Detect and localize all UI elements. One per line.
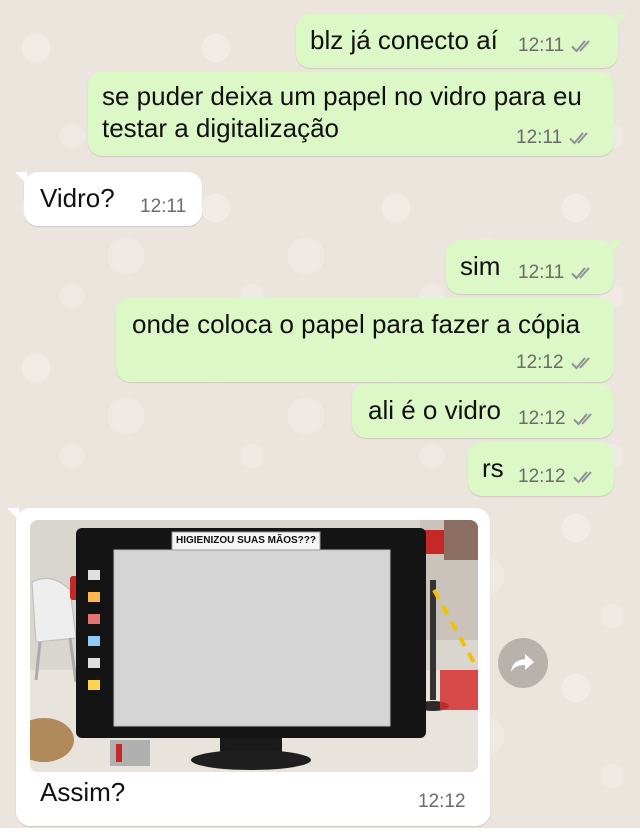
photo-sign-text: HIGIENIZOU SUAS MÃOS??? [176, 535, 316, 546]
double-check-icon [570, 357, 590, 370]
double-check-icon [572, 471, 592, 484]
double-check-icon [569, 132, 588, 145]
message-text: ali é o vidro [368, 395, 501, 425]
message-bubble-outgoing[interactable]: ali é o vidro 12:12 [352, 384, 614, 438]
message-time: 12:12 [418, 791, 466, 812]
message-text: Vidro? [40, 183, 115, 213]
message-bubble-outgoing[interactable]: sim 12:11 [446, 240, 623, 294]
message-bubble-outgoing[interactable]: blz já conecto aí 12:11 [296, 14, 627, 68]
message-meta: 12:12 [516, 352, 596, 374]
shared-photo[interactable]: HIGIENIZOU SUAS MÃOS??? [30, 520, 478, 772]
double-check-icon [571, 267, 590, 280]
message-text-line: se puder deixa um papel no vidro para eu [102, 81, 582, 111]
monitor-photo-illustration [30, 520, 478, 772]
message-meta: 12:12 [518, 408, 598, 430]
forward-button[interactable] [498, 638, 548, 688]
message-meta: 12:11 [140, 196, 186, 218]
message-bubble-outgoing[interactable]: onde coloca o papel para fazer a cópia 1… [116, 298, 614, 382]
image-message-bubble[interactable]: HIGIENIZOU SUAS MÃOS??? Assim? 12:12 [7, 508, 490, 826]
double-check-icon [572, 413, 592, 426]
message-time: 12:12 [518, 408, 566, 429]
forward-arrow-icon [511, 654, 534, 672]
message-time: 12:12 [518, 466, 566, 487]
message-meta: 12:11 [518, 35, 596, 57]
message-time: 12:12 [516, 352, 564, 373]
message-bubble-outgoing[interactable]: rs 12:12 [468, 442, 614, 496]
message-time: 12:11 [140, 196, 187, 217]
message-bubble-incoming[interactable]: Vidro? 12:11 [15, 172, 202, 226]
message-text-line: testar a digitalização [102, 113, 340, 143]
image-caption: Assim? [40, 777, 126, 807]
message-text: blz já conecto aí [310, 25, 498, 55]
double-check-icon [571, 40, 590, 53]
message-time: 12:11 [516, 127, 563, 148]
message-text: rs [482, 453, 504, 483]
input-bar-edge [0, 828, 640, 835]
message-meta: 12:12 [418, 791, 466, 813]
message-text: onde coloca o papel para fazer a cópia [132, 309, 581, 339]
message-meta: 12:11 [516, 127, 594, 149]
message-meta: 12:11 [518, 262, 596, 284]
message-time: 12:11 [518, 262, 565, 283]
message-bubble-outgoing[interactable]: se puder deixa um papel no vidro para eu… [88, 72, 614, 156]
message-time: 12:11 [518, 35, 565, 56]
message-text: sim [460, 251, 501, 281]
message-meta: 12:12 [518, 466, 598, 488]
